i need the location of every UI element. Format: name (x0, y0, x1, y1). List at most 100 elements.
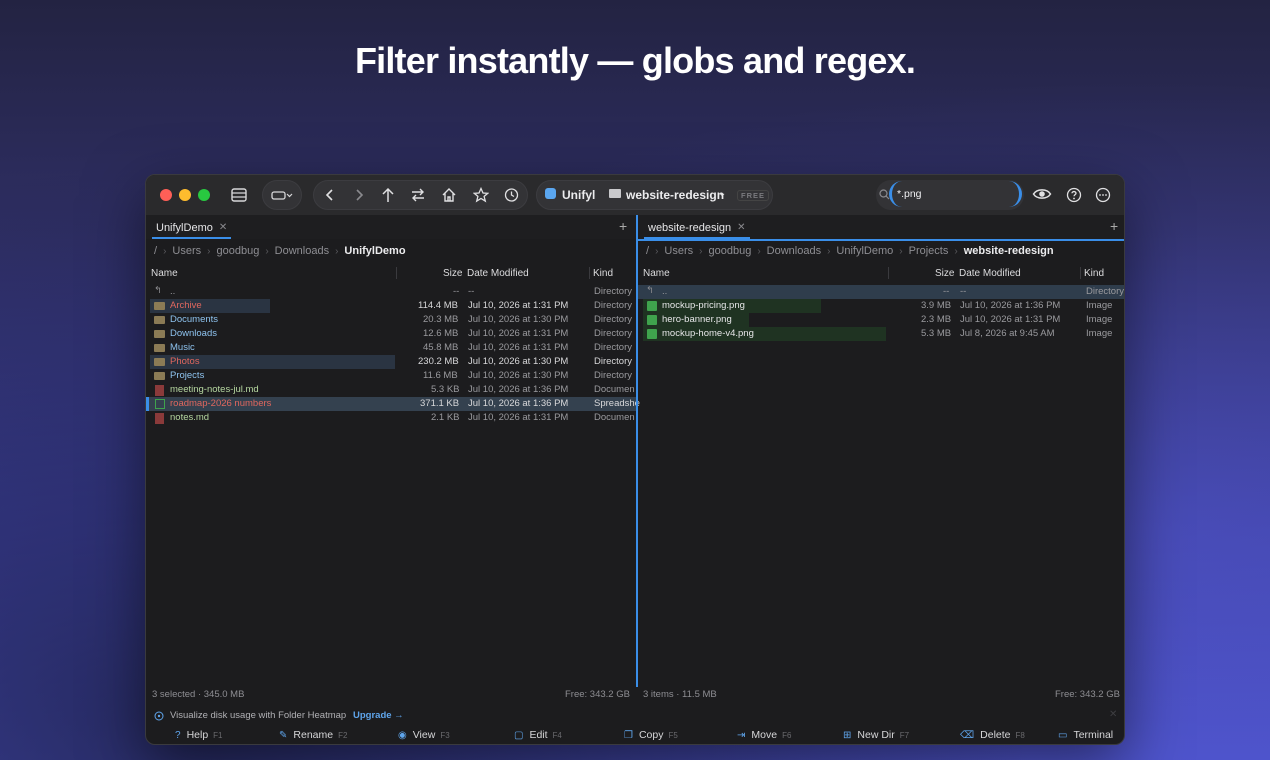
return-icon: ↰ (154, 285, 162, 296)
eye-icon[interactable] (1032, 187, 1052, 201)
headline: Filter instantly — globs and regex. (354, 40, 916, 81)
breadcrumb-current: website-redesign (963, 245, 1054, 257)
list-item[interactable]: Photos 230.2 MB Jul 10, 2026 at 1:30 PM … (146, 355, 636, 369)
document-icon (155, 413, 164, 424)
close-tab-icon[interactable]: ✕ (737, 222, 745, 233)
close-window-button[interactable] (160, 189, 172, 201)
function-key-bar: ? Help F1 ✎ Rename F2 ◉ View F3 ▢ Edit F4 ❐ Copy F… (146, 726, 1124, 744)
breadcrumb-root[interactable]: / (154, 245, 157, 257)
breadcrumb-item[interactable]: Users (172, 245, 201, 257)
back-icon[interactable] (323, 188, 337, 202)
add-tab-icon[interactable]: + (1110, 218, 1118, 234)
edit-icon: ▢ (514, 729, 524, 741)
column-kind[interactable]: Kind (593, 268, 613, 279)
folder-icon (154, 344, 165, 352)
more-icon[interactable] (1095, 187, 1111, 203)
list-item[interactable]: Downloads 12.6 MB Jul 10, 2026 at 1:31 P… (146, 327, 636, 341)
new-dir-button[interactable]: ⊞ New Dir F7 (843, 729, 909, 741)
search-field[interactable]: *.png (876, 180, 1024, 210)
breadcrumb-item[interactable]: goodbug (216, 245, 259, 257)
folder-icon (154, 302, 165, 310)
parent-row[interactable]: ↰ .. -- -- Directory (146, 285, 636, 299)
column-size[interactable]: Size (443, 268, 462, 279)
help-button[interactable]: ? Help F1 (175, 729, 223, 741)
list-item[interactable]: hero-banner.png 2.3 MB Jul 10, 2026 at 1… (638, 313, 1124, 327)
left-tab[interactable]: UnifylDemo ✕ (152, 218, 232, 239)
column-date[interactable]: Date Modified (467, 268, 529, 279)
trash-icon: ⌫ (960, 729, 975, 741)
new-folder-icon: ⊞ (843, 729, 852, 741)
move-button[interactable]: ⇥ Move F6 (737, 729, 791, 741)
up-icon[interactable] (381, 187, 395, 203)
right-column-header: Name Size Date Modified Kind (638, 264, 1124, 282)
list-item[interactable]: mockup-home-v4.png 5.3 MB Jul 8, 2026 at… (638, 327, 1124, 341)
sidebar-icon[interactable] (228, 183, 250, 207)
folder-icon (609, 189, 621, 198)
return-icon: ↰ (646, 285, 654, 296)
breadcrumb-item[interactable]: Downloads (275, 245, 329, 257)
help-icon: ? (175, 729, 181, 741)
zoom-window-button[interactable] (198, 189, 210, 201)
chevron-down-icon[interactable]: ⌄ (718, 188, 726, 199)
close-promo-icon[interactable]: ✕ (1109, 709, 1117, 720)
drive-icon (271, 191, 293, 200)
column-kind[interactable]: Kind (1084, 268, 1104, 279)
folder-icon (154, 372, 165, 380)
column-date[interactable]: Date Modified (959, 268, 1021, 279)
breadcrumb-item[interactable]: Projects (909, 245, 949, 257)
promo-bar: Visualize disk usage with Folder Heatmap… (146, 707, 1124, 725)
list-item[interactable]: Documents 20.3 MB Jul 10, 2026 at 1:30 P… (146, 313, 636, 327)
rename-button[interactable]: ✎ Rename F2 (279, 729, 347, 741)
info-icon (154, 711, 164, 721)
swap-icon[interactable] (410, 187, 426, 203)
view-button[interactable]: ◉ View F3 (398, 729, 450, 741)
right-tab-bar: website-redesign ✕ + (638, 215, 1124, 241)
pencil-icon: ✎ (279, 729, 288, 741)
list-item[interactable]: mockup-pricing.png 3.9 MB Jul 10, 2026 a… (638, 299, 1124, 313)
folder-icon (154, 358, 165, 366)
breadcrumb-item[interactable]: UnifylDemo (836, 245, 893, 257)
list-item[interactable]: Music 45.8 MB Jul 10, 2026 at 1:31 PM Di… (146, 341, 636, 355)
breadcrumb-item[interactable]: goodbug (708, 245, 751, 257)
terminal-icon: ▭ (1058, 729, 1068, 741)
parent-row[interactable]: ↰ .. -- -- Directory (638, 285, 1124, 299)
column-size[interactable]: Size (935, 268, 954, 279)
list-item[interactable]: Archive 114.4 MB Jul 10, 2026 at 1:31 PM… (146, 299, 636, 313)
add-tab-icon[interactable]: + (619, 218, 627, 234)
column-name[interactable]: Name (151, 268, 178, 279)
folder-label[interactable]: website-redesign (626, 188, 724, 202)
breadcrumb-item[interactable]: Downloads (767, 245, 821, 257)
list-item[interactable]: meeting-notes-jul.md 5.3 KB Jul 10, 2026… (146, 383, 636, 397)
free-badge: FREE (737, 190, 770, 201)
close-tab-icon[interactable]: ✕ (219, 222, 227, 233)
forward-icon[interactable] (352, 188, 366, 202)
list-item[interactable]: notes.md 2.1 KB Jul 10, 2026 at 1:31 PM … (146, 411, 636, 425)
delete-button[interactable]: ⌫ Delete F8 (960, 729, 1025, 741)
right-breadcrumb: / › Users › goodbug › Downloads › UnifylDemo… (646, 245, 1054, 257)
help-icon[interactable] (1066, 187, 1082, 203)
app-icon (545, 188, 556, 199)
breadcrumb-item[interactable]: Users (664, 245, 693, 257)
move-icon: ⇥ (737, 729, 746, 741)
home-icon[interactable] (441, 187, 457, 203)
history-icon[interactable] (503, 187, 519, 203)
edit-button[interactable]: ▢ Edit F4 (514, 729, 562, 741)
app-window: Unifyl website-redesign ⌄ FREE *.png Uni… (145, 174, 1125, 745)
promo-text: Visualize disk usage with Folder Heatmap (170, 710, 347, 721)
left-column-header: Name Size Date Modified Kind (146, 264, 636, 282)
copy-button[interactable]: ❐ Copy F5 (624, 729, 678, 741)
star-icon[interactable] (473, 187, 489, 203)
folder-icon (154, 316, 165, 324)
source-label[interactable]: Unifyl (562, 188, 595, 202)
search-input[interactable]: *.png (897, 188, 922, 200)
minimize-window-button[interactable] (179, 189, 191, 201)
terminal-button[interactable]: ▭ Terminal (1058, 729, 1113, 741)
column-name[interactable]: Name (643, 268, 670, 279)
list-item-selected[interactable]: roadmap-2026 numbers 371.1 KB Jul 10, 20… (146, 397, 640, 411)
upgrade-link[interactable]: Upgrade → (353, 710, 404, 721)
breadcrumb-root[interactable]: / (646, 245, 649, 257)
left-free-space: Free: 343.2 GB (565, 689, 630, 700)
right-tab[interactable]: website-redesign ✕ (644, 218, 750, 239)
list-item[interactable]: Projects 11.6 MB Jul 10, 2026 at 1:30 PM… (146, 369, 636, 383)
drive-selector[interactable] (262, 180, 302, 210)
